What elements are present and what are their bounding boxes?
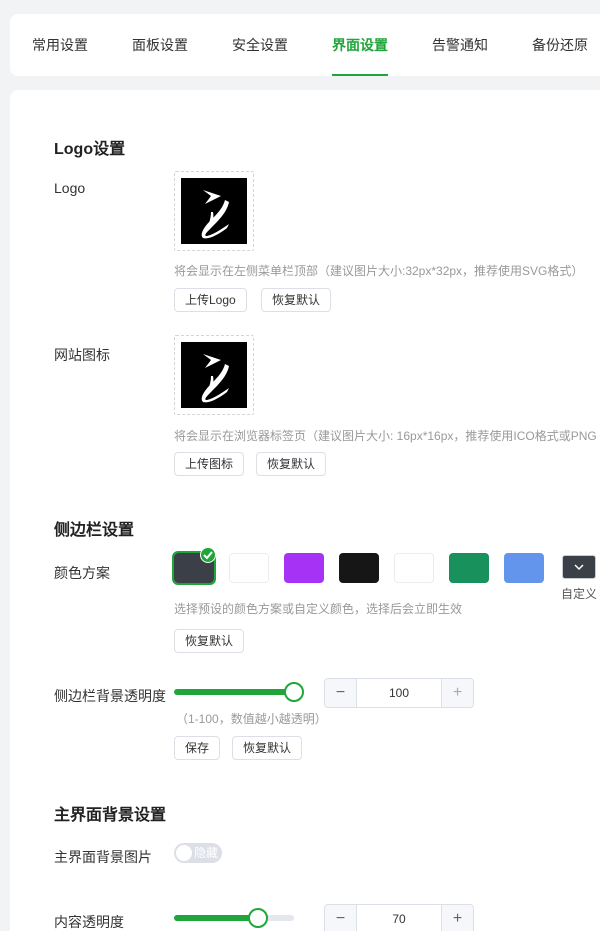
custom-color-label: 自定义 xyxy=(561,587,598,601)
content-opacity-slider-fill xyxy=(174,915,258,921)
chevron-down-icon xyxy=(574,564,584,571)
color-swatch-blue[interactable] xyxy=(504,553,544,583)
selected-check-icon xyxy=(200,547,216,563)
tab-backup-restore[interactable]: 备份还原 xyxy=(532,14,588,76)
favicon-label: 网站图标 xyxy=(54,347,110,363)
custom-color-picker[interactable] xyxy=(562,555,596,579)
sidebar-opacity-slider-fill xyxy=(174,689,294,695)
tab-alert-notifications[interactable]: 告警通知 xyxy=(432,14,488,76)
tab-common-settings[interactable]: 常用设置 xyxy=(32,14,88,76)
sidebar-section-title: 侧边栏设置 xyxy=(54,522,135,539)
favicon-hint: 将会显示在浏览器标签页（建议图片大小: 16px*16px，推荐使用ICO格式或… xyxy=(174,429,597,443)
color-swatch-white-2[interactable] xyxy=(394,553,434,583)
color-swatch-green[interactable] xyxy=(449,553,489,583)
save-sidebar-opacity-button[interactable]: 保存 xyxy=(174,736,221,760)
favicon-image xyxy=(181,342,247,408)
content-opacity-slider[interactable] xyxy=(174,908,294,928)
content-opacity-increment-button[interactable]: + xyxy=(441,905,473,931)
sidebar-opacity-label: 侧边栏背景透明度 xyxy=(54,688,166,704)
sidebar-opacity-slider-thumb[interactable] xyxy=(284,682,304,702)
sidebar-opacity-decrement-button[interactable]: − xyxy=(325,679,357,707)
favicon-upload-preview[interactable] xyxy=(174,335,254,415)
toggle-knob xyxy=(176,845,192,861)
color-swatch-black[interactable] xyxy=(339,553,379,583)
reset-color-scheme-button[interactable]: 恢复默认 xyxy=(174,629,245,653)
sidebar-opacity-slider[interactable] xyxy=(174,682,304,702)
logo-upload-preview[interactable] xyxy=(174,171,254,251)
color-swatch-white[interactable] xyxy=(229,553,269,583)
content-opacity-value[interactable]: 70 xyxy=(357,905,441,931)
logo-image xyxy=(181,178,247,244)
upload-logo-button[interactable]: 上传Logo xyxy=(174,288,247,312)
logo-section-title: Logo设置 xyxy=(54,141,126,158)
tab-panel-settings[interactable]: 面板设置 xyxy=(132,14,188,76)
content-opacity-slider-thumb[interactable] xyxy=(248,908,268,928)
logo-label: Logo xyxy=(54,180,86,196)
color-scheme-hint: 选择预设的颜色方案或自定义颜色，选择后会立即生效 xyxy=(174,602,463,616)
reset-sidebar-opacity-button[interactable]: 恢复默认 xyxy=(232,736,303,760)
tab-interface-settings[interactable]: 界面设置 xyxy=(332,14,388,76)
reset-favicon-button[interactable]: 恢复默认 xyxy=(256,452,327,476)
main-bg-image-label: 主界面背景图片 xyxy=(54,849,152,865)
main-bg-section-title: 主界面背景设置 xyxy=(54,807,167,824)
content-opacity-stepper: − 70 + xyxy=(324,904,474,931)
main-bg-image-toggle-text: 隐藏 xyxy=(194,846,219,860)
reset-logo-button[interactable]: 恢复默认 xyxy=(261,288,332,312)
upload-favicon-button[interactable]: 上传图标 xyxy=(174,452,245,476)
sidebar-opacity-stepper: − 100 + xyxy=(324,678,474,708)
settings-tab-bar: 常用设置 面板设置 安全设置 界面设置 告警通知 备份还原 xyxy=(10,14,600,76)
content-opacity-label: 内容透明度 xyxy=(54,914,124,930)
logo-hint: 将会显示在左侧菜单栏顶部（建议图片大小:32px*32px，推荐使用SVG格式） xyxy=(174,264,584,278)
sidebar-opacity-value[interactable]: 100 xyxy=(357,679,441,707)
tab-security-settings[interactable]: 安全设置 xyxy=(232,14,288,76)
sidebar-opacity-range-hint: （1-100，数值越小越透明） xyxy=(176,712,327,726)
color-scheme-label: 颜色方案 xyxy=(54,565,110,581)
color-swatch-purple[interactable] xyxy=(284,553,324,583)
content-opacity-decrement-button[interactable]: − xyxy=(325,905,357,931)
main-bg-image-toggle[interactable]: 隐藏 xyxy=(174,843,222,863)
interface-settings-panel: Logo设置 Logo 将会显示在左侧菜单栏顶部（建议图片大小:32px*32p… xyxy=(10,90,600,931)
sidebar-opacity-increment-button[interactable]: + xyxy=(441,679,473,707)
